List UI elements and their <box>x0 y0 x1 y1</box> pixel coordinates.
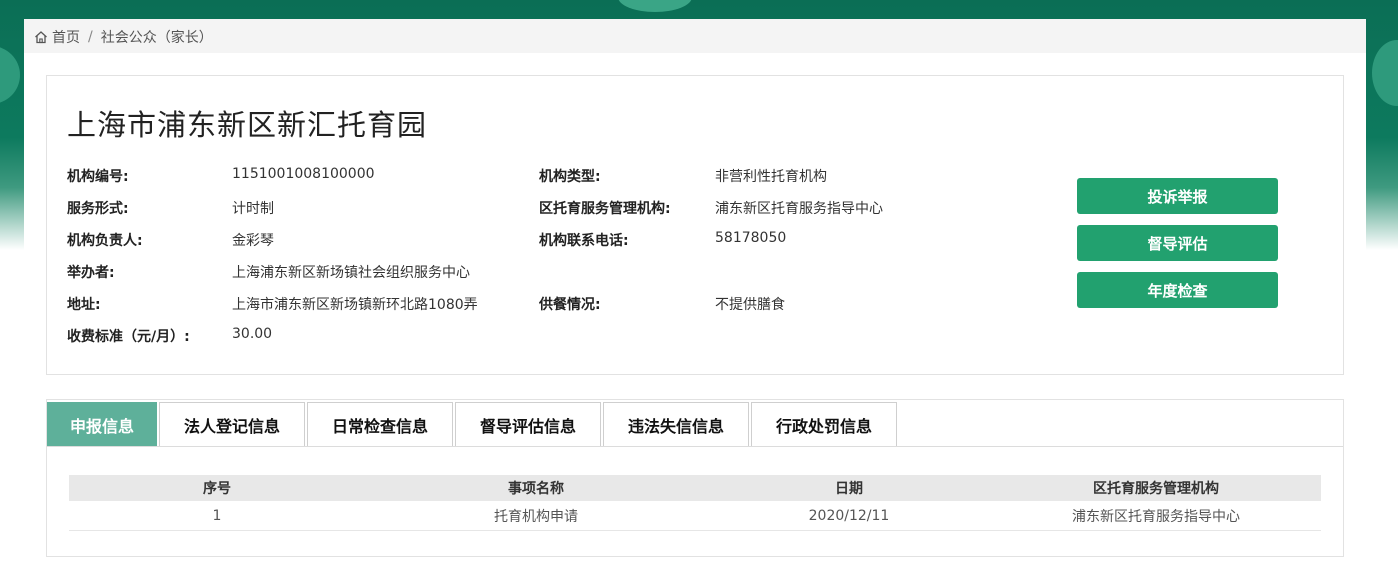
tab-legal-registration-info[interactable]: 法人登记信息 <box>159 402 305 446</box>
org-info-card: 上海市浦东新区新汇托育园 机构编号: 1151001008100000 机构类型… <box>46 75 1344 375</box>
cell-date: 2020/12/11 <box>707 501 991 531</box>
column-header-date: 日期 <box>707 475 991 501</box>
field-value-fee: 30.00 <box>232 326 273 342</box>
field-label-org-code: 机构编号: <box>67 169 129 185</box>
column-header-item-name: 事项名称 <box>365 475 707 501</box>
breadcrumb-separator: / <box>88 29 93 45</box>
info-tabs-panel: 申报信息 法人登记信息 日常检查信息 督导评估信息 违法失信信息 行政处罚信息 … <box>46 399 1344 557</box>
home-icon[interactable] <box>34 30 48 44</box>
field-label-fee: 收费标准（元/月）: <box>67 329 190 345</box>
page-shell: 首页 / 社会公众（家长） 上海市浦东新区新汇托育园 机构编号: 1151001… <box>24 19 1366 572</box>
tab-administrative-penalty-info[interactable]: 行政处罚信息 <box>751 402 897 446</box>
field-value-district-agency: 浦东新区托育服务指导中心 <box>715 201 883 217</box>
field-label-meals: 供餐情况: <box>539 297 601 313</box>
field-label-director: 机构负责人: <box>67 233 143 249</box>
main-content: 上海市浦东新区新汇托育园 机构编号: 1151001008100000 机构类型… <box>24 53 1366 572</box>
tab-supervision-evaluation-info[interactable]: 督导评估信息 <box>455 402 601 446</box>
annual-inspection-button[interactable]: 年度检查 <box>1077 272 1278 308</box>
table-row[interactable]: 1 托育机构申请 2020/12/11 浦东新区托育服务指导中心 <box>69 501 1321 531</box>
tab-declaration-info[interactable]: 申报信息 <box>47 402 157 446</box>
field-label-address: 地址: <box>67 297 101 313</box>
field-label-phone: 机构联系电话: <box>539 233 629 249</box>
field-label-service-mode: 服务形式: <box>67 201 129 217</box>
column-header-index: 序号 <box>69 475 365 501</box>
cell-item-name: 托育机构申请 <box>365 501 707 531</box>
field-value-phone: 58178050 <box>715 230 787 246</box>
field-label-district-agency: 区托育服务管理机构: <box>539 201 671 217</box>
breadcrumb-home-link[interactable]: 首页 <box>52 27 80 47</box>
cell-index: 1 <box>69 501 365 531</box>
field-label-org-type: 机构类型: <box>539 169 601 185</box>
supervision-evaluation-button[interactable]: 督导评估 <box>1077 225 1278 261</box>
table-header-row: 序号 事项名称 日期 区托育服务管理机构 <box>69 475 1321 501</box>
complaint-report-button[interactable]: 投诉举报 <box>1077 178 1278 214</box>
column-header-district-agency: 区托育服务管理机构 <box>991 475 1321 501</box>
declaration-table: 序号 事项名称 日期 区托育服务管理机构 1 托育机构申请 2020/12/11… <box>69 475 1321 531</box>
breadcrumb: 首页 / 社会公众（家长） <box>34 27 213 47</box>
field-value-org-code: 1151001008100000 <box>232 166 375 182</box>
breadcrumb-current: 社会公众（家长） <box>100 30 213 46</box>
cell-district-agency: 浦东新区托育服务指导中心 <box>991 501 1321 531</box>
field-label-organizer: 举办者: <box>67 265 115 281</box>
field-value-service-mode: 计时制 <box>232 201 274 217</box>
tab-dishonesty-info[interactable]: 违法失信信息 <box>603 402 749 446</box>
field-value-meals: 不提供膳食 <box>715 297 785 313</box>
field-value-org-type: 非营利性托育机构 <box>715 169 827 185</box>
field-value-address: 上海市浦东新区新场镇新环北路1080弄 <box>232 297 478 313</box>
field-value-director: 金彩琴 <box>232 233 274 249</box>
field-value-organizer: 上海浦东新区新场镇社会组织服务中心 <box>232 265 470 281</box>
tab-daily-inspection-info[interactable]: 日常检查信息 <box>307 402 453 446</box>
org-name-title: 上海市浦东新区新汇托育园 <box>67 108 428 142</box>
tab-bar: 申报信息 法人登记信息 日常检查信息 督导评估信息 违法失信信息 行政处罚信息 <box>47 400 1343 447</box>
